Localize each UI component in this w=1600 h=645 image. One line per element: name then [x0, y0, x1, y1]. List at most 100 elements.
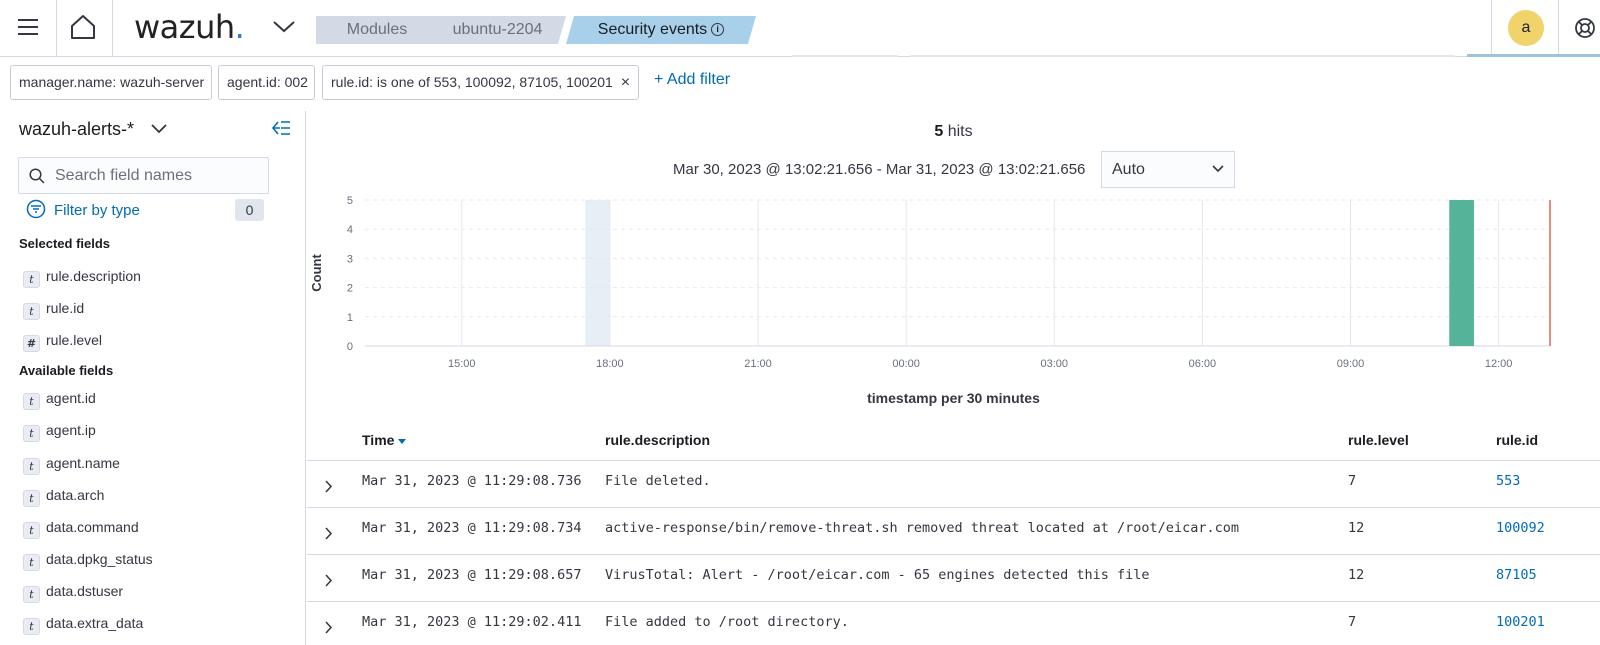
- home-icon[interactable]: [70, 14, 96, 40]
- tab-underline-active: [1467, 54, 1600, 57]
- field-item[interactable]: t rule.description: [23, 265, 141, 288]
- help-icon[interactable]: [1574, 17, 1596, 39]
- y-axis-label: Count: [309, 254, 324, 292]
- cell-time: Mar 31, 2023 @ 11:29:08.657: [362, 567, 582, 583]
- table-row[interactable]: Mar 31, 2023 @ 11:29:08.734 active-respo…: [307, 507, 1600, 554]
- chevron-down-icon[interactable]: [272, 18, 296, 34]
- x-tick-label: 03:00: [1041, 358, 1069, 370]
- x-tick-label: 18:00: [596, 358, 624, 370]
- cell-rule-id-link[interactable]: 87105: [1496, 567, 1537, 583]
- x-tick-label: 09:00: [1337, 358, 1365, 370]
- selected-fields-title: Selected fields: [19, 236, 111, 251]
- tab-underline: [910, 55, 1455, 57]
- breadcrumb-modules[interactable]: Modules: [316, 16, 438, 44]
- column-header-rule-id[interactable]: rule.id: [1496, 432, 1538, 448]
- interval-select[interactable]: Auto: [1101, 151, 1235, 188]
- index-pattern-selector[interactable]: wazuh-alerts-*: [19, 119, 134, 140]
- cell-description: File deleted.: [605, 473, 711, 489]
- chevron-right-icon[interactable]: [324, 574, 333, 587]
- cell-rule-id-link[interactable]: 100201: [1496, 614, 1545, 630]
- filter-by-type-button[interactable]: Filter by type: [26, 199, 140, 219]
- column-header-level[interactable]: rule.level: [1348, 432, 1409, 448]
- close-icon[interactable]: ×: [621, 74, 630, 91]
- field-item[interactable]: t data.extra_data: [23, 612, 143, 635]
- table-row[interactable]: Mar 31, 2023 @ 11:29:08.657 VirusTotal: …: [307, 554, 1600, 601]
- cell-level: 12: [1348, 520, 1365, 536]
- divider: [112, 0, 113, 56]
- available-fields-title: Available fields: [19, 363, 114, 378]
- table-row[interactable]: Mar 31, 2023 @ 11:29:08.736 File deleted…: [307, 460, 1600, 507]
- y-tick-label: 4: [347, 224, 353, 236]
- cell-description: active-response/bin/remove-threat.sh rem…: [605, 520, 1239, 536]
- breadcrumb-security-events: Security events i: [566, 16, 756, 44]
- histogram-bar[interactable]: [1449, 200, 1474, 346]
- string-type-icon: t: [23, 522, 40, 539]
- string-type-icon: t: [23, 554, 40, 571]
- histogram-chart[interactable]: 0 1 2 3 4 5 15:00 18:00 21:00 00:00 03:00 06:00 09:0…: [307, 191, 1600, 391]
- date-range: Mar 30, 2023 @ 13:02:21.656 - Mar 31, 20…: [673, 161, 1086, 178]
- column-header-time[interactable]: Time: [362, 432, 407, 448]
- string-type-icon: t: [23, 586, 40, 603]
- string-type-icon: t: [23, 458, 40, 475]
- table-row[interactable]: Mar 31, 2023 @ 11:29:02.411 File added t…: [307, 601, 1600, 645]
- number-type-icon: #: [23, 335, 40, 352]
- filter-pill-manager[interactable]: manager.name: wazuh-server: [10, 65, 212, 100]
- hits-count: 5 hits: [934, 123, 973, 140]
- field-item[interactable]: t agent.name: [23, 452, 120, 475]
- cell-rule-id-link[interactable]: 100092: [1496, 520, 1545, 536]
- chevron-right-icon[interactable]: [324, 527, 333, 540]
- add-filter-button[interactable]: + Add filter: [654, 71, 730, 89]
- field-item[interactable]: # rule.level: [23, 329, 102, 352]
- collapse-sidebar-icon[interactable]: [272, 121, 291, 135]
- cell-rule-id-link[interactable]: 553: [1496, 473, 1520, 489]
- chevron-right-icon[interactable]: [324, 621, 333, 634]
- string-type-icon: t: [23, 303, 40, 320]
- string-type-icon: t: [23, 271, 40, 288]
- filter-pill-agent[interactable]: agent.id: 002: [218, 65, 315, 100]
- field-item[interactable]: t rule.id: [23, 297, 84, 320]
- divider: [1491, 0, 1492, 56]
- menu-icon[interactable]: [18, 19, 38, 35]
- search-field-names: [18, 157, 269, 194]
- user-avatar[interactable]: a: [1508, 10, 1544, 46]
- divider: [56, 0, 57, 56]
- chevron-down-icon: [1212, 165, 1224, 173]
- chevron-down-icon[interactable]: [151, 124, 167, 134]
- cell-description: VirusTotal: Alert - /root/eicar.com - 65…: [605, 567, 1150, 583]
- field-item[interactable]: t data.arch: [23, 484, 104, 507]
- cell-level: 7: [1348, 614, 1357, 630]
- search-icon: [29, 168, 45, 184]
- filter-count-badge: 0: [235, 199, 264, 221]
- tab-underline: [792, 55, 898, 57]
- field-item[interactable]: t agent.id: [23, 387, 96, 410]
- cell-level: 12: [1348, 567, 1365, 583]
- field-item[interactable]: t data.dpkg_status: [23, 548, 153, 571]
- sort-desc-icon[interactable]: [398, 439, 407, 444]
- chevron-right-icon[interactable]: [324, 480, 333, 493]
- cell-time: Mar 31, 2023 @ 11:29:02.411: [362, 614, 582, 630]
- y-tick-label: 5: [347, 195, 353, 207]
- y-tick-label: 0: [347, 341, 353, 353]
- filter-pill-rule-id[interactable]: rule.id: is one of 553, 100092, 87105, 1…: [322, 65, 639, 100]
- cell-time: Mar 31, 2023 @ 11:29:08.734: [362, 520, 582, 536]
- search-input[interactable]: [55, 163, 263, 189]
- y-tick-label: 2: [347, 283, 353, 295]
- divider: [1558, 0, 1559, 56]
- x-tick-label: 12:00: [1485, 358, 1513, 370]
- wazuh-logo[interactable]: wazuh.: [134, 8, 245, 46]
- filter-icon: [26, 199, 46, 219]
- x-tick-label: 21:00: [744, 358, 772, 370]
- string-type-icon: t: [23, 490, 40, 507]
- y-tick-label: 1: [347, 312, 353, 324]
- field-item[interactable]: t data.command: [23, 516, 139, 539]
- cell-time: Mar 31, 2023 @ 11:29:08.736: [362, 473, 582, 489]
- column-header-description[interactable]: rule.description: [605, 432, 710, 448]
- field-item[interactable]: t agent.ip: [23, 419, 96, 442]
- y-tick-label: 3: [347, 253, 353, 265]
- string-type-icon: t: [23, 618, 40, 635]
- breadcrumb-agent[interactable]: ubuntu-2204: [429, 16, 566, 44]
- field-item[interactable]: t data.dstuser: [23, 580, 123, 603]
- info-icon[interactable]: i: [711, 23, 724, 36]
- cell-level: 7: [1348, 473, 1357, 489]
- x-tick-label: 06:00: [1189, 358, 1217, 370]
